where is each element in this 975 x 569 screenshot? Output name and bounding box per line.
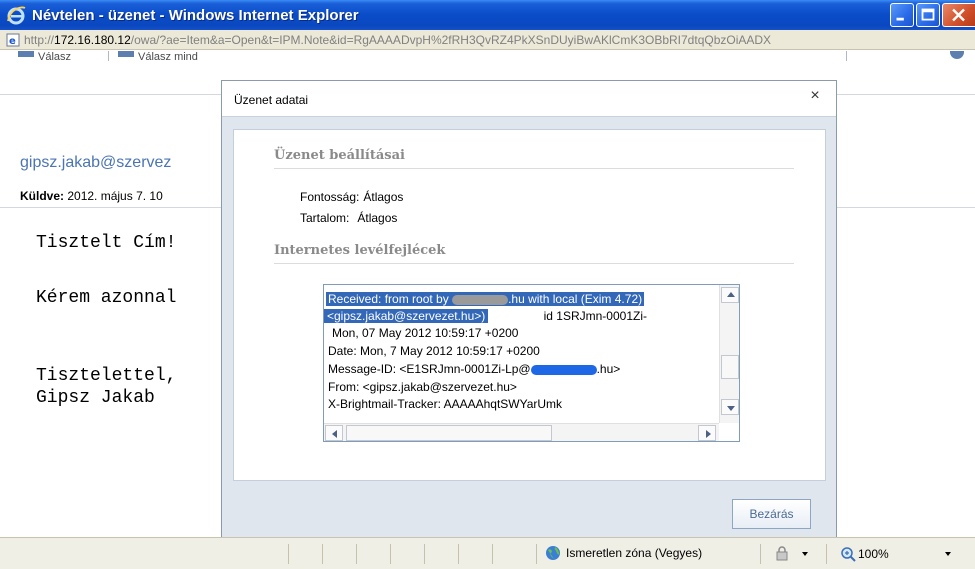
window-title: Névtelen - üzenet - Windows Internet Exp… (32, 6, 359, 24)
status-separator (288, 544, 289, 564)
toolbar-separator (108, 51, 109, 61)
status-separator (458, 544, 459, 564)
dialog-close-icon[interactable]: × (806, 87, 824, 105)
header-line: Mon, 07 May 2012 10:59:17 +0200 (332, 326, 519, 340)
sensitivity-row: Tartalom: Átlagos (300, 211, 397, 225)
toolbar-separator (846, 51, 847, 61)
importance-row: Fontosság: Átlagos (300, 190, 403, 204)
section-divider (274, 168, 794, 169)
header-text: id 1SRJmn-0001Zi- (543, 309, 647, 323)
scroll-up-button[interactable] (721, 287, 739, 303)
body-line: Tisztelettel, (36, 366, 177, 386)
status-separator (424, 544, 425, 564)
status-separator (760, 544, 761, 564)
header-line-selected: Received: from root by .hu with local (E… (326, 292, 645, 306)
url-path: /owa/?ae=Item&a=Open&t=IPM.Note&id=RgAAA… (130, 32, 772, 47)
header-line: X-Brightmail-Tracker: AAAAAhqtSWYarUmk (328, 397, 563, 411)
close-dialog-button[interactable]: Bezárás (732, 499, 811, 529)
reply-all-label: Válasz mind (138, 51, 198, 61)
page-icon: e (6, 33, 20, 47)
sent-line: Küldve: 2012. május 7. 10 (20, 189, 163, 203)
status-separator (356, 544, 357, 564)
address-bar[interactable]: e http://172.16.180.12/owa/?ae=Item&a=Op… (0, 30, 975, 50)
svg-text:e: e (9, 36, 16, 47)
redacted-domain (530, 364, 597, 375)
reply-icon (18, 51, 34, 57)
reply-all-icon (118, 51, 134, 57)
header-line: Message-ID: <E1SRJmn-0001Zi-Lp@ .hu> (328, 362, 620, 376)
help-icon[interactable] (950, 51, 964, 59)
address-url[interactable]: http://172.16.180.12/owa/?ae=Item&a=Open… (24, 33, 771, 47)
status-separator (492, 544, 493, 564)
arrow-down-icon (727, 406, 735, 411)
globe-icon (546, 546, 560, 560)
maximize-button[interactable] (916, 3, 940, 27)
dialog-body: Üzenet beállításai Fontosság: Átlagos Tar… (233, 129, 826, 481)
reply-button[interactable]: Válasz (18, 51, 98, 61)
status-separator (390, 544, 391, 564)
redacted-domain (452, 294, 509, 305)
zoom-level: 100% (858, 547, 889, 561)
sent-value: 2012. május 7. 10 (67, 189, 163, 203)
horizontal-scroll-thumb[interactable] (346, 425, 552, 441)
zoom-control[interactable]: 100% (840, 546, 889, 562)
header-line: <gipsz.jakab@szervezet.hu>) id 1SRJmn-00… (324, 309, 647, 323)
minimize-button[interactable] (890, 3, 914, 27)
vertical-scroll-thumb[interactable] (721, 355, 739, 379)
header-line: Date: Mon, 7 May 2012 10:59:17 +0200 (328, 344, 540, 358)
zoom-icon (841, 547, 856, 562)
importance-value: Átlagos (363, 190, 404, 204)
body-line: Gipsz Jakab (36, 388, 155, 408)
reply-label: Válasz (38, 51, 72, 61)
sender-address[interactable]: gipsz.jakab@szervez (20, 154, 171, 172)
security-zone[interactable]: Ismeretlen zóna (Vegyes) (545, 545, 702, 561)
zone-text: Ismeretlen zóna (Vegyes) (566, 546, 703, 560)
ie-logo-icon (6, 5, 26, 25)
header-line: From: <gipsz.jakab@szervezet.hu> (328, 380, 517, 394)
section-divider (274, 263, 794, 264)
dialog-header: Üzenet adatai × (222, 81, 836, 117)
status-separator (536, 544, 537, 564)
status-separator (322, 544, 323, 564)
scroll-left-button[interactable] (325, 425, 343, 441)
url-host: 172.16.180.12 (54, 32, 131, 47)
url-prefix: http:// (24, 32, 55, 47)
internet-headers-textbox[interactable]: Received: from root by .hu with local (E… (323, 284, 740, 442)
dialog-title: Üzenet adatai (234, 93, 309, 107)
header-text: Message-ID: <E1SRJmn-0001Zi-Lp@ (328, 362, 531, 376)
header-text: Received: from root by (328, 292, 449, 306)
sensitivity-value: Átlagos (357, 211, 398, 225)
vertical-scrollbar[interactable] (719, 285, 739, 423)
sensitivity-label: Tartalom: (300, 211, 350, 225)
message-details-dialog: Üzenet adatai × Üzenet beállításai Fonto… (221, 80, 837, 539)
arrow-up-icon (727, 292, 735, 297)
horizontal-scrollbar[interactable] (324, 423, 719, 441)
window-title-bar: Névtelen - üzenet - Windows Internet Exp… (0, 0, 975, 30)
chevron-down-icon[interactable] (802, 552, 808, 556)
status-separator (826, 544, 827, 564)
scroll-right-button[interactable] (698, 425, 716, 441)
header-text-selected: <gipsz.jakab@szervezet.hu>) (324, 309, 489, 323)
header-text: .hu with local (Exim 4.72) (508, 292, 643, 306)
protected-mode-icon[interactable] (774, 546, 790, 562)
arrow-right-icon (706, 430, 711, 438)
settings-section-title: Üzenet beállításai (274, 148, 405, 163)
body-line: Tisztelt Cím! (36, 233, 177, 253)
importance-label: Fontosság: (300, 190, 360, 204)
headers-section-title: Internetes levélfejlécek (274, 243, 446, 258)
close-window-button[interactable] (942, 3, 975, 27)
header-text: .hu> (596, 362, 621, 376)
status-bar: Ismeretlen zóna (Vegyes) 100% (0, 537, 975, 569)
body-line: Kérem azonnal (36, 288, 177, 308)
reply-all-button[interactable]: Válasz mind (118, 51, 218, 61)
sent-label: Küldve: (20, 189, 65, 203)
arrow-left-icon (332, 430, 337, 438)
chevron-down-icon[interactable] (945, 552, 951, 556)
scroll-down-button[interactable] (721, 399, 739, 415)
